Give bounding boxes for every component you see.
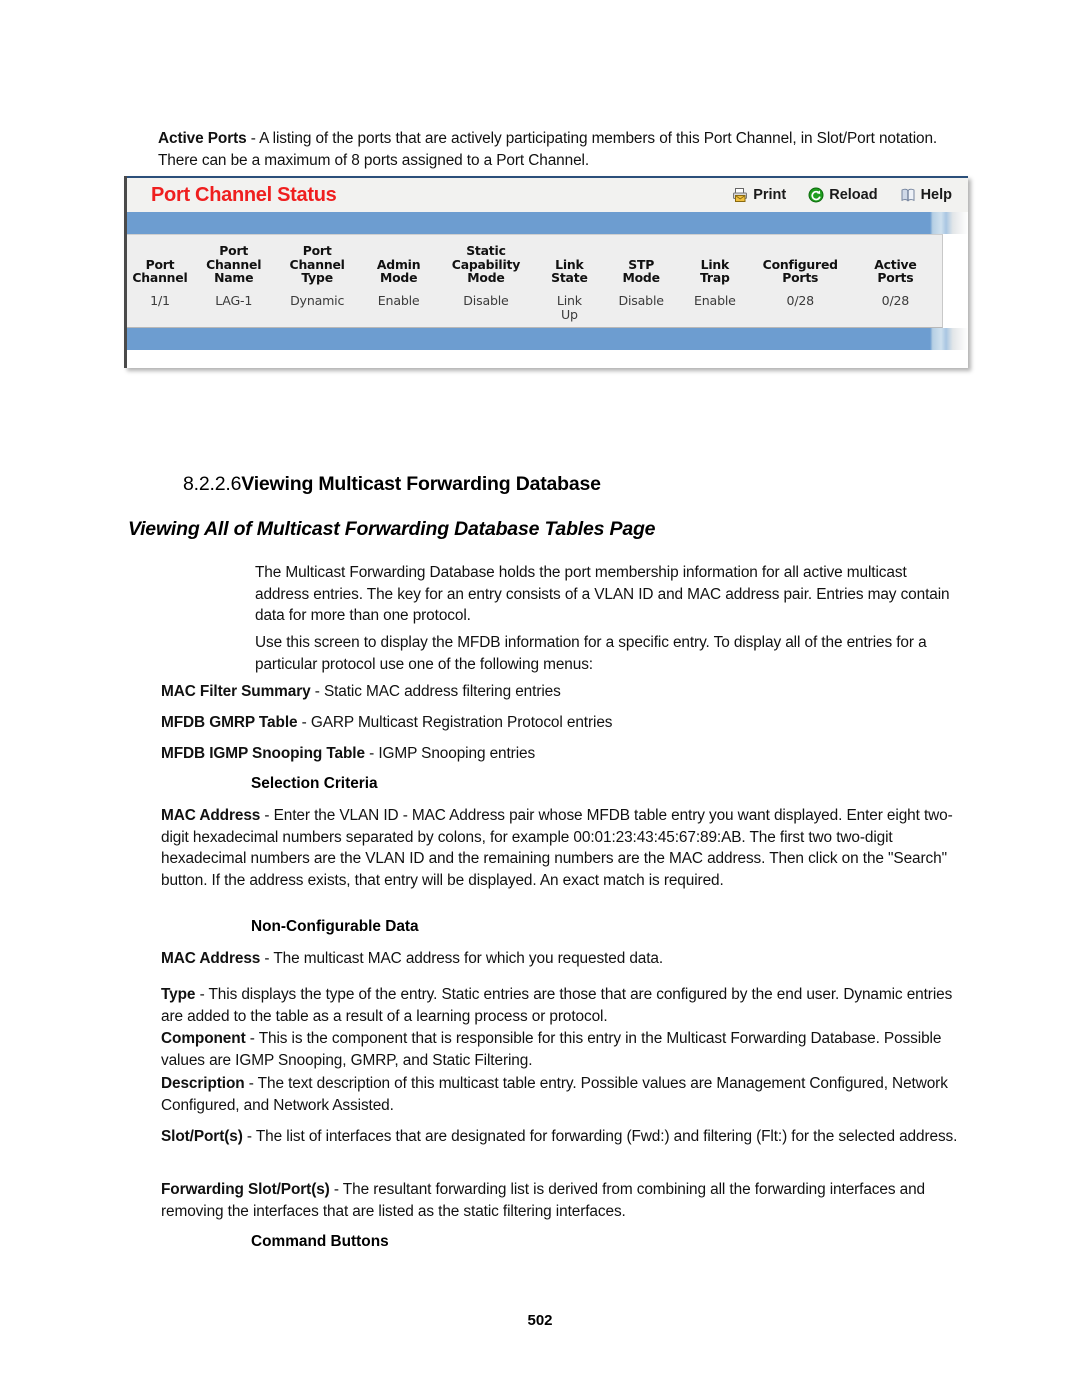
cell-admin-mode: Enable bbox=[377, 292, 420, 308]
non-configurable-type: Type - This displays the type of the ent… bbox=[161, 984, 961, 1027]
menu-item-mac-filter-summary: MAC Filter Summary - Static MAC address … bbox=[161, 681, 961, 703]
non-configurable-mac-address: MAC Address - The multicast MAC address … bbox=[161, 948, 961, 970]
non-configurable-forwarding-slot-ports: Forwarding Slot/Port(s) - The resultant … bbox=[161, 1179, 961, 1222]
non-configurable-slot-ports: Slot/Port(s) - The list of interfaces th… bbox=[161, 1126, 961, 1148]
menu-item-mfdb-igmp-snooping-table: MFDB IGMP Snooping Table - IGMP Snooping… bbox=[161, 743, 961, 765]
menu-item-mfdb-gmrp-table: MFDB GMRP Table - GARP Multicast Registr… bbox=[161, 712, 961, 734]
term-selection-mac-address: MAC Address bbox=[161, 807, 261, 824]
body-paragraph-1: The Multicast Forwarding Database holds … bbox=[255, 564, 950, 624]
panel-top-blue-bar bbox=[127, 212, 968, 234]
col-link-state: Link State bbox=[551, 256, 588, 285]
col-static-capability-mode: Static Capability Mode bbox=[451, 243, 521, 285]
term-mfdb-igmp-snooping-table: MFDB IGMP Snooping Table bbox=[161, 745, 365, 762]
panel-title: Port Channel Status bbox=[151, 183, 337, 206]
section-title: Viewing Multicast Forwarding Database bbox=[241, 473, 601, 495]
desc-nc-type: - This displays the type of the entry. S… bbox=[161, 986, 953, 1025]
body-paragraph-2: Use this screen to display the MFDB info… bbox=[255, 634, 927, 673]
selection-criteria-heading: Selection Criteria bbox=[251, 775, 378, 792]
port-channel-status-table: Port Channel Port Channel Name Port Channel T… bbox=[127, 235, 942, 326]
cell-link-state: Link Up bbox=[556, 292, 582, 322]
section-number: 8.2.2.6 bbox=[183, 473, 242, 495]
panel-titlebar: Port Channel Status Print Reload Help bbox=[127, 176, 968, 212]
reload-icon bbox=[808, 187, 824, 203]
status-table-container: Port Channel Port Channel Name Port Channel T… bbox=[127, 234, 943, 328]
desc-mac-filter-summary: - Static MAC address filtering entries bbox=[310, 683, 561, 700]
page-subtitle: Viewing All of Multicast Forwarding Data… bbox=[128, 518, 656, 540]
term-nc-slot-ports: Slot/Port(s) bbox=[161, 1128, 243, 1145]
table-row: 1/1 LAG-1 Dynamic Enable Disable Link Up … bbox=[127, 287, 942, 326]
page-title: 8.2.2.6Viewing Multicast Forwarding Data… bbox=[183, 473, 601, 496]
port-channel-status-panel: Port Channel Status Print Reload Help Po… bbox=[124, 176, 968, 368]
col-configured-ports: Configured Ports bbox=[762, 256, 838, 285]
desc-nc-description: - The text description of this multicast… bbox=[161, 1075, 948, 1114]
print-button[interactable]: Print bbox=[732, 187, 786, 203]
col-port-channel: Port Channel bbox=[132, 256, 188, 285]
panel-actions: Print Reload Help bbox=[732, 187, 952, 203]
term-nc-description: Description bbox=[161, 1075, 245, 1092]
help-book-icon bbox=[900, 187, 916, 203]
reload-label: Reload bbox=[829, 187, 878, 203]
col-stp-mode: STP Mode bbox=[622, 256, 660, 285]
cell-port-channel: 1/1 bbox=[150, 292, 170, 308]
term-nc-forwarding-slot-ports: Forwarding Slot/Port(s) bbox=[161, 1181, 330, 1198]
non-configurable-description: Description - The text description of th… bbox=[161, 1073, 961, 1116]
non-configurable-data-heading: Non-Configurable Data bbox=[251, 918, 419, 935]
page-number: 502 bbox=[527, 1312, 553, 1329]
help-button[interactable]: Help bbox=[900, 187, 952, 203]
non-configurable-component: Component - This is the component that i… bbox=[161, 1028, 961, 1071]
print-label: Print bbox=[753, 187, 787, 203]
desc-mfdb-gmrp-table: - GARP Multicast Registration Protocol e… bbox=[297, 714, 613, 731]
term-nc-component: Component bbox=[161, 1030, 246, 1047]
col-admin-mode: Admin Mode bbox=[376, 256, 421, 285]
term-mfdb-gmrp-table: MFDB GMRP Table bbox=[161, 714, 298, 731]
active-ports-term: Active Ports bbox=[158, 130, 247, 147]
term-nc-type: Type bbox=[161, 986, 196, 1003]
cell-port-channel-name: LAG-1 bbox=[215, 292, 253, 308]
term-nc-mac-address: MAC Address bbox=[161, 950, 261, 967]
document-page: Active Ports - A listing of the ports th… bbox=[0, 0, 1080, 1397]
selection-criteria-mac-address: MAC Address - Enter the VLAN ID - MAC Ad… bbox=[161, 805, 961, 891]
cell-stp-mode: Disable bbox=[618, 292, 664, 308]
desc-selection-mac-address: - Enter the VLAN ID - MAC Address pair w… bbox=[161, 807, 953, 889]
desc-nc-component: - This is the component that is responsi… bbox=[161, 1030, 942, 1069]
reload-button[interactable]: Reload bbox=[808, 187, 878, 203]
col-port-channel-type: Port Channel Type bbox=[289, 243, 345, 285]
term-mac-filter-summary: MAC Filter Summary bbox=[161, 683, 311, 700]
active-ports-paragraph: Active Ports - A listing of the ports th… bbox=[158, 128, 970, 171]
col-link-trap: Link Trap bbox=[700, 256, 730, 285]
desc-nc-mac-address: - The multicast MAC address for which yo… bbox=[260, 950, 664, 967]
intro-dash: - bbox=[246, 130, 260, 147]
cell-active-ports: 0/28 bbox=[881, 292, 910, 308]
desc-mfdb-igmp-snooping-table: - IGMP Snooping entries bbox=[364, 745, 536, 762]
command-buttons-heading: Command Buttons bbox=[251, 1233, 389, 1250]
desc-nc-slot-ports: - The list of interfaces that are design… bbox=[242, 1128, 958, 1145]
col-port-channel-name: Port Channel Name bbox=[206, 243, 262, 285]
panel-bottom-blue-bar bbox=[127, 328, 968, 350]
cell-static-capability-mode: Disable bbox=[463, 292, 509, 308]
table-header-row: Port Channel Port Channel Name Port Channel T… bbox=[127, 235, 942, 287]
intro-text: A listing of the ports that are actively… bbox=[158, 130, 938, 169]
cell-link-trap: Enable bbox=[694, 292, 736, 308]
printer-icon bbox=[732, 187, 748, 203]
help-label: Help bbox=[920, 187, 952, 203]
cell-port-channel-type: Dynamic bbox=[290, 292, 345, 308]
cell-configured-ports: 0/28 bbox=[786, 292, 815, 308]
col-active-ports: Active Ports bbox=[874, 256, 917, 285]
